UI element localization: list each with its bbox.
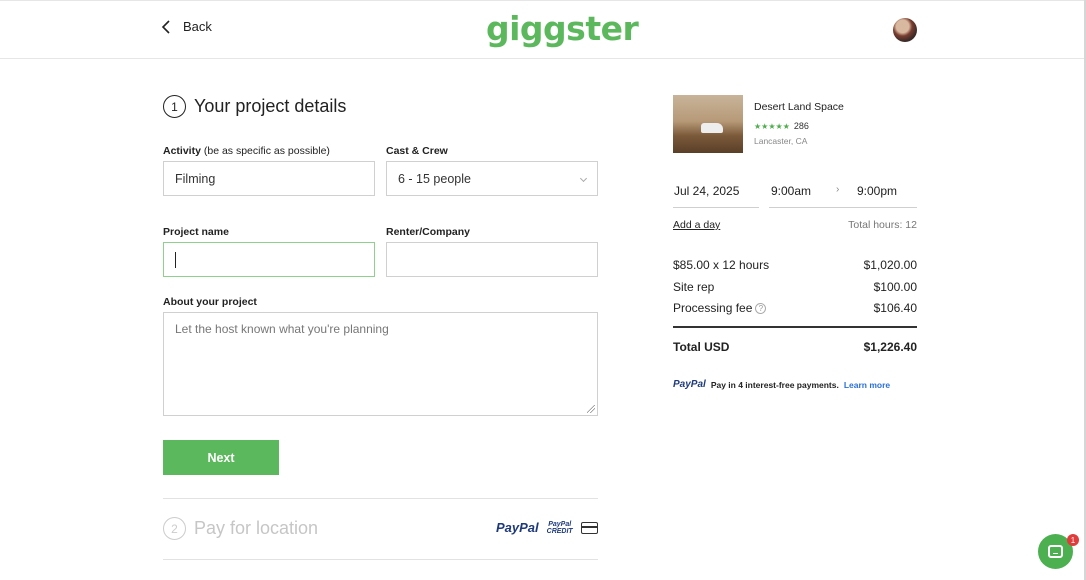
credit-card-icon — [580, 521, 598, 534]
about-project-label: About your project — [163, 296, 257, 308]
resize-handle-icon[interactable] — [587, 405, 595, 413]
giggster-logo[interactable]: giggster — [486, 9, 639, 48]
chat-icon — [1048, 545, 1063, 558]
step-1-header: 1 Your project details — [163, 95, 346, 118]
start-time-field[interactable]: 9:00am — [771, 184, 811, 198]
divider — [163, 559, 598, 560]
date-underline — [673, 207, 759, 208]
top-bar: Back giggster — [0, 0, 1086, 59]
paypal-promo: PayPal Pay in 4 interest-free payments. … — [673, 379, 890, 390]
help-icon[interactable]: ? — [755, 303, 767, 315]
paypal-logo: PayPal — [673, 379, 706, 390]
avatar[interactable] — [893, 18, 917, 42]
star-icon: ★★★★★ — [754, 121, 790, 131]
total-hours: Total hours: 12 — [848, 219, 917, 231]
date-field[interactable]: Jul 24, 2025 — [674, 184, 739, 198]
activity-label: Activity (be as specific as possible) — [163, 145, 330, 157]
price-row: $85.00 x 12 hours $1,020.00 — [673, 258, 917, 272]
cast-crew-select[interactable]: 6 - 15 people — [386, 161, 598, 196]
end-time-field[interactable]: 9:00pm — [857, 184, 897, 198]
review-count: 286 — [793, 121, 809, 131]
venue-photo-vehicle — [701, 123, 723, 133]
project-name-input[interactable] — [163, 242, 375, 277]
learn-more-link[interactable]: Learn more — [844, 380, 890, 390]
step-2-title: Pay for location — [194, 518, 319, 538]
paypal-logo: PayPal — [496, 520, 539, 535]
price-row: Site rep $100.00 — [673, 280, 917, 294]
payment-methods: PayPal PayPal CREDIT — [496, 520, 598, 535]
step-number: 2 — [163, 517, 186, 540]
back-button[interactable]: Back — [161, 19, 212, 34]
add-day-link[interactable]: Add a day — [673, 219, 720, 231]
paypal-promo-text: Pay in 4 interest-free payments. — [710, 379, 839, 390]
cast-crew-label: Cast & Crew — [386, 145, 448, 157]
total-row: Total USD $1,226.40 — [673, 340, 917, 354]
chat-badge: 1 — [1067, 534, 1079, 546]
next-button[interactable]: Next — [163, 440, 279, 475]
rating: ★★★★★ 286 — [754, 121, 809, 131]
paypal-credit-logo: PayPal CREDIT — [546, 520, 573, 535]
venue-thumbnail[interactable] — [673, 95, 743, 153]
venue-name[interactable]: Desert Land Space — [754, 101, 844, 113]
chevron-right-icon: › — [836, 184, 840, 195]
chevron-down-icon — [579, 174, 588, 183]
cast-crew-value: 6 - 15 people — [398, 171, 471, 186]
total-divider — [673, 326, 917, 328]
price-row: Processing fee? $106.40 — [673, 301, 917, 315]
renter-company-label: Renter/Company — [386, 226, 471, 238]
venue-location: Lancaster, CA — [754, 136, 808, 146]
text-cursor — [175, 251, 176, 268]
about-placeholder: Let the host known what you're planning — [175, 322, 389, 336]
back-label: Back — [183, 19, 212, 34]
time-underline — [769, 207, 917, 208]
project-name-label: Project name — [163, 226, 229, 238]
divider — [163, 498, 598, 499]
chevron-left-icon — [161, 19, 170, 34]
activity-input[interactable]: Filming — [163, 161, 375, 196]
renter-company-input[interactable] — [386, 242, 598, 277]
page-title: Your project details — [194, 96, 347, 116]
activity-value: Filming — [175, 171, 216, 186]
step-number: 1 — [163, 95, 186, 118]
about-project-textarea[interactable]: Let the host known what you're planning — [163, 312, 598, 416]
step-2-header[interactable]: 2 Pay for location — [163, 517, 318, 540]
